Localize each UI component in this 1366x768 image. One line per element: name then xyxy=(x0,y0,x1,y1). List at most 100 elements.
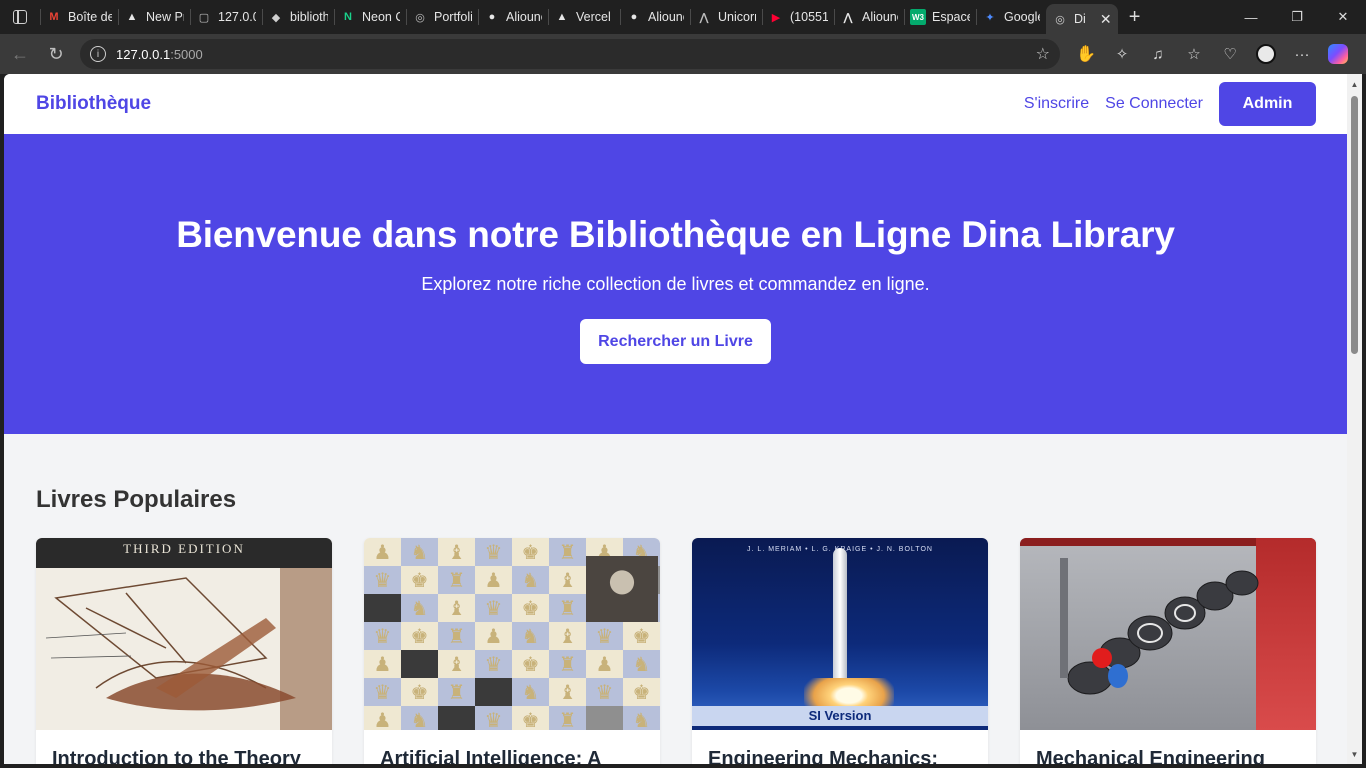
book-title[interactable]: Mechanical Engineering xyxy=(1036,748,1265,764)
book-card[interactable]: J. L. MERIAM • L. G. KRAIGE • J. N. BOLT… xyxy=(692,538,988,764)
chess-square: ♞ xyxy=(401,706,438,730)
maximize-button[interactable]: ❐ xyxy=(1274,0,1320,34)
browser-tab[interactable]: ◆ bibliotheque xyxy=(262,0,334,34)
chess-square: ♚ xyxy=(401,678,438,706)
book-cover-image[interactable]: ♟♞♝♛♚♜♟♞♛♚♜♟♞♝♛♞♝♛♚♜♟♞♛♚♜♟♞♝♛♚♟♝♛♚♜♟♞♛♚♜… xyxy=(364,538,660,730)
book-title[interactable]: Artificial Intelligence: A xyxy=(380,748,602,764)
browser-tab[interactable]: ⋀ Alioune xyxy=(834,0,904,34)
media-icon[interactable]: ♫ xyxy=(1140,36,1176,72)
chess-square: ♛ xyxy=(586,622,623,650)
performance-icon[interactable]: ♡ xyxy=(1212,36,1248,72)
youtube-icon: ▶ xyxy=(771,11,781,24)
site-navbar: Bibliothèque S'inscrire Se Connecter Adm… xyxy=(4,74,1347,134)
chess-square: ♟ xyxy=(364,706,401,730)
exploded-mechanism-image xyxy=(1060,558,1259,695)
netlify-icon: ⋀ xyxy=(843,11,853,24)
minimize-button[interactable]: — xyxy=(1228,0,1274,34)
book-cover-image[interactable]: J. L. MERIAM • L. G. KRAIGE • J. N. BOLT… xyxy=(692,538,988,730)
github-icon: ● xyxy=(488,11,496,23)
tab-label: Neon Console xyxy=(362,10,400,24)
book-cover-image[interactable]: THIRD EDITION xyxy=(36,538,332,730)
chess-square: ♞ xyxy=(401,538,438,566)
chess-square: ♝ xyxy=(549,622,586,650)
close-window-button[interactable]: ✕ xyxy=(1320,0,1366,34)
login-link[interactable]: Se Connecter xyxy=(1105,95,1203,113)
page-viewport: Bibliothèque S'inscrire Se Connecter Adm… xyxy=(4,74,1347,764)
signup-link[interactable]: S'inscrire xyxy=(1024,95,1089,113)
back-button[interactable]: ← xyxy=(2,36,38,72)
scroll-down-icon[interactable]: ▼ xyxy=(1347,746,1362,762)
chess-square xyxy=(475,678,512,706)
favorites-icon[interactable]: ☆ xyxy=(1176,36,1212,72)
chess-square: ♛ xyxy=(364,678,401,706)
site-info-icon[interactable]: i xyxy=(90,46,106,62)
tab-label: Alioune xyxy=(506,10,542,24)
profile-avatar[interactable] xyxy=(1248,36,1284,72)
chess-square: ♛ xyxy=(475,594,512,622)
chess-square: ♞ xyxy=(401,594,438,622)
toolbar-icons: ✋ ✧ ♫ ☆ ♡ ··· xyxy=(1068,34,1356,74)
browser-tab[interactable]: W3 Espace xyxy=(904,0,976,34)
chess-square: ♞ xyxy=(623,650,660,678)
browser-tab[interactable]: ⋀ Unicorn xyxy=(690,0,762,34)
rocket-image xyxy=(833,548,847,688)
browser-tab[interactable]: ✦ Google xyxy=(976,0,1046,34)
gemini-icon: ✦ xyxy=(985,11,995,24)
browser-toolbar: ← ↻ i 127.0.0.1:5000 ☆ ✋ ✧ ♫ ☆ ♡ ··· xyxy=(0,34,1366,74)
address-host: 127.0.0.1 xyxy=(116,46,171,62)
browser-tab[interactable]: N Neon Console xyxy=(334,0,406,34)
vercel-icon: ▲ xyxy=(556,11,568,23)
book-card[interactable]: THIRD EDITION Introduction to the Theory xyxy=(36,538,332,764)
book-card[interactable]: Mechanical Engineering xyxy=(1020,538,1316,764)
chess-square: ♛ xyxy=(475,538,512,566)
gmail-icon: M xyxy=(49,11,59,23)
scroll-thumb[interactable] xyxy=(1351,96,1358,354)
hero-section: Bienvenue dans notre Bibliothèque en Lig… xyxy=(4,134,1347,434)
more-menu-icon[interactable]: ··· xyxy=(1284,36,1320,72)
book-title[interactable]: Introduction to the Theory xyxy=(52,748,301,764)
browser-tab[interactable]: ● Alioune xyxy=(620,0,690,34)
tab-actions-button[interactable] xyxy=(0,0,40,34)
book-title[interactable]: Engineering Mechanics: xyxy=(708,748,938,764)
scroll-up-icon[interactable]: ▲ xyxy=(1347,76,1362,92)
book-grid: THIRD EDITION Introduction to the Theory xyxy=(36,538,1316,764)
reload-button[interactable]: ↻ xyxy=(38,36,74,72)
book-card[interactable]: ♟♞♝♛♚♜♟♞♛♚♜♟♞♝♛♞♝♛♚♜♟♞♛♚♜♟♞♝♛♚♟♝♛♚♜♟♞♛♚♜… xyxy=(364,538,660,764)
tab-label: Alioune xyxy=(862,10,898,24)
chess-square: ♞ xyxy=(623,706,660,730)
browser-tab[interactable]: ▶ (10551) xyxy=(762,0,834,34)
address-bar[interactable]: i 127.0.0.1:5000 ☆ xyxy=(80,39,1060,69)
chess-square: ♚ xyxy=(512,706,549,730)
browser-tab[interactable]: ▲ Vercel xyxy=(548,0,620,34)
search-book-button[interactable]: Rechercher un Livre xyxy=(580,319,771,364)
chess-square: ♚ xyxy=(623,678,660,706)
book-cover-image[interactable] xyxy=(1020,538,1316,730)
extensions-icon[interactable]: ✧ xyxy=(1104,36,1140,72)
new-tab-button[interactable]: + xyxy=(1118,0,1152,34)
chess-square: ♟ xyxy=(475,622,512,650)
tab-active[interactable]: ◎ Di ✕ xyxy=(1046,4,1118,34)
browser-tab[interactable]: ▢ 127.0.0.1 xyxy=(190,0,262,34)
chess-square: ♛ xyxy=(586,678,623,706)
chess-square: ♜ xyxy=(549,706,586,730)
copilot-icon[interactable] xyxy=(1320,36,1356,72)
window-controls: — ❐ ✕ xyxy=(1228,0,1366,34)
brand-logo[interactable]: Bibliothèque xyxy=(36,93,151,115)
tab-label: Boîte de réception xyxy=(68,10,112,24)
chess-square: ♛ xyxy=(475,706,512,730)
tab-close-icon[interactable]: ✕ xyxy=(1100,11,1112,28)
page-scrollbar[interactable]: ▲ ▼ xyxy=(1347,74,1362,764)
adblock-extension-icon[interactable]: ✋ xyxy=(1068,36,1104,72)
browser-tab[interactable]: ● Alioune xyxy=(478,0,548,34)
arrow-left-icon: ← xyxy=(11,43,29,64)
tab-label: New Project xyxy=(146,10,184,24)
browser-tab[interactable]: ▲ New Project xyxy=(118,0,190,34)
favorite-star-icon[interactable]: ☆ xyxy=(1036,44,1050,64)
vercel-icon: ▲ xyxy=(126,11,138,23)
chess-square xyxy=(586,706,623,730)
browser-tab[interactable]: ◎ Portfolio xyxy=(406,0,478,34)
browser-tab[interactable]: M Boîte de réception xyxy=(40,0,118,34)
w3schools-icon: W3 xyxy=(910,9,926,25)
admin-button[interactable]: Admin xyxy=(1219,82,1316,126)
portrait-photo xyxy=(586,556,658,622)
